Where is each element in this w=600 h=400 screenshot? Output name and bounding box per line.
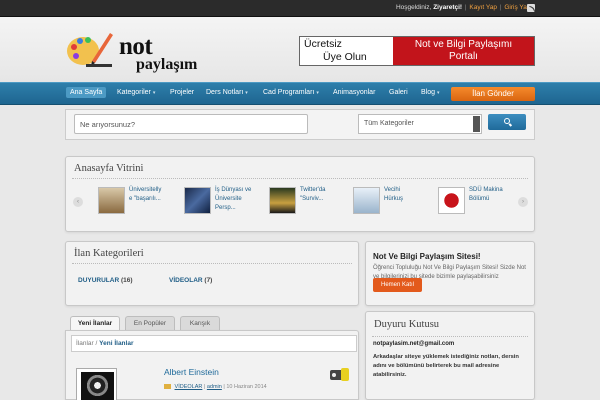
listing-meta: VİDEOLAR | admin | 10 Haziran 2014 xyxy=(164,384,267,390)
announcement-text: Arkadaşlar siteye yüklemek istediğiniz n… xyxy=(373,354,519,378)
signup-banner[interactable]: Ücretsiz Üye Olun Not ve Bilgi Paylaşımı… xyxy=(299,36,535,66)
tab-en-populer[interactable]: En Popüler xyxy=(125,316,175,330)
carousel-prev-icon[interactable]: ‹ xyxy=(73,197,83,207)
logo-text-paylasim[interactable]: paylaşım xyxy=(136,57,197,73)
visitor-name: Ziyaretçi! xyxy=(433,4,463,11)
contact-email[interactable]: notpaylasim.net@gmail.com xyxy=(373,341,454,347)
announcement-panel: Duyuru Kutusu notpaylasim.net@gmail.com … xyxy=(365,311,535,400)
breadcrumb-root[interactable]: İlanlar xyxy=(76,340,94,347)
breadcrumb-current: Yeni İlanlar xyxy=(99,340,134,347)
showcase-thumbnail xyxy=(353,187,380,214)
nav-item-galeri[interactable]: Galeri xyxy=(389,89,408,96)
nav-item-projeler[interactable]: Projeler xyxy=(170,89,194,96)
showcase-item[interactable]: SDÜ Makina Bölümü xyxy=(438,185,516,217)
showcase-title: Anasayfa Vitrini xyxy=(74,163,144,174)
banner-free-text: Ücretsiz xyxy=(304,38,342,50)
category-link[interactable]: DUYURULAR (16) xyxy=(78,277,133,284)
breadcrumb: İlanlar / Yeni İlanlar xyxy=(71,335,357,352)
chevron-down-icon: ▾ xyxy=(245,90,248,96)
banner-join-text: Üye Olun xyxy=(323,51,367,63)
nav-item-ana-sayfa[interactable]: Ana Sayfa xyxy=(66,87,107,98)
carousel-next-icon[interactable]: › xyxy=(518,197,528,207)
listing-title[interactable]: Albert Einstein xyxy=(164,367,219,377)
showcase-thumbnail xyxy=(269,187,296,214)
listing-author-link[interactable]: admin xyxy=(207,384,222,390)
dropdown-arrow-icon xyxy=(473,116,480,132)
listing-date: 10 Haziran 2014 xyxy=(226,384,267,390)
tab-yeni-ilanlar[interactable]: Yeni İlanlar xyxy=(70,316,120,330)
nav-item-kategoriler[interactable]: Kategoriler ▾ xyxy=(117,89,155,96)
listing-panel: İlanlar / Yeni İlanlar Albert Einstein V… xyxy=(65,330,359,400)
ad-categories-panel: İlan Kategorileri DUYURULAR (16) VİDEOLA… xyxy=(65,241,359,306)
chevron-down-icon: ▾ xyxy=(152,90,156,96)
search-button[interactable] xyxy=(488,114,526,130)
showcase-thumbnail xyxy=(98,187,125,214)
listing-category-link[interactable]: VİDEOLAR xyxy=(175,384,203,390)
listing-thumbnail[interactable] xyxy=(76,368,117,400)
tab-karisik[interactable]: Karışık xyxy=(180,316,220,330)
showcase-item[interactable]: İş Dünyası ve Üniversite Persp... xyxy=(184,185,262,217)
top-bar: Hoşgeldiniz, Ziyaretçi! | Kayıt Yap | Gi… xyxy=(0,0,600,17)
ad-categories-title: İlan Kategorileri xyxy=(74,248,144,259)
nav-item-blog[interactable]: Blog ▾ xyxy=(421,89,439,96)
nav-item-ders-notlari[interactable]: Ders Notları ▾ xyxy=(206,89,248,96)
search-input[interactable]: Ne arıyorsunuz? xyxy=(74,114,308,134)
category-link[interactable]: VİDEOLAR (7) xyxy=(169,277,212,284)
register-link[interactable]: Kayıt Yap xyxy=(469,4,497,11)
greeting-text: Hoşgeldiniz, xyxy=(395,4,432,11)
main-nav: Ana Sayfa Kategoriler ▾ Projeler Ders No… xyxy=(0,82,600,105)
banner-portal-text: Not ve Bilgi Paylaşımı Portalı xyxy=(393,37,534,65)
join-now-button[interactable]: Hemen Katıl xyxy=(373,278,422,292)
user-links: Hoşgeldiniz, Ziyaretçi! | Kayıt Yap | Gi… xyxy=(395,4,535,11)
rss-icon[interactable] xyxy=(527,4,535,12)
showcase-item[interactable]: Twitter'da "Surviv... xyxy=(269,185,347,217)
folder-icon xyxy=(164,384,171,389)
search-icon xyxy=(504,118,510,124)
price-tag-icon xyxy=(328,365,352,383)
showcase-item[interactable]: Vecihi Hürkuş xyxy=(353,185,431,217)
site-info-panel: Not Ve Bilgi Paylaşım Sitesi! Öğrenci To… xyxy=(365,241,535,306)
showcase-thumbnail xyxy=(438,187,465,214)
pencil-palette-icon[interactable] xyxy=(66,27,114,69)
announcement-title: Duyuru Kutusu xyxy=(374,319,440,330)
showcase-thumbnail xyxy=(184,187,211,214)
chevron-down-icon: ▾ xyxy=(316,90,319,96)
showcase-item[interactable]: Üniversitelly e "başarılı... xyxy=(98,185,176,217)
search-bar: Ne arıyorsunuz? Tüm Kategoriler xyxy=(65,109,535,140)
showcase-panel: Anasayfa Vitrini ‹ › Üniversitelly e "baş… xyxy=(65,156,535,232)
site-info-title: Not Ve Bilgi Paylaşım Sitesi! xyxy=(373,252,481,261)
category-select[interactable]: Tüm Kategoriler xyxy=(358,114,482,134)
nav-item-cad-programlari[interactable]: Cad Programları ▾ xyxy=(263,89,319,96)
chevron-down-icon: ▾ xyxy=(436,90,440,96)
post-ad-button[interactable]: İlan Gönder xyxy=(451,87,535,101)
nav-item-animasyonlar[interactable]: Animasyonlar xyxy=(333,89,375,96)
